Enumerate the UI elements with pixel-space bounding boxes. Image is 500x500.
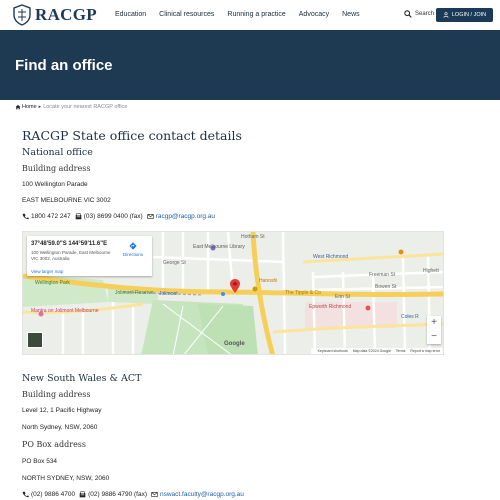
map-label-highett: Highett	[423, 268, 439, 274]
map-label-jolimont-reserve: Jolimont Reserve	[115, 290, 154, 296]
crest-icon	[13, 4, 31, 26]
login-join-button[interactable]: LOGIN / JOIN	[436, 8, 493, 22]
map-label-george: George St	[163, 260, 186, 266]
map-address: 100 Wellington Parade, East Melbourne VI…	[31, 250, 111, 261]
nsw-email-link[interactable]: nswact.faculty@racgp.org.au	[160, 491, 244, 498]
home-icon	[15, 104, 21, 110]
email-icon	[147, 214, 154, 219]
breadcrumb-home[interactable]: Home	[15, 104, 37, 110]
zoom-out-button[interactable]: −	[427, 330, 441, 344]
national-address-line1: 100 Wellington Parade	[22, 181, 88, 188]
login-label: LOGIN / JOIN	[451, 12, 487, 18]
national-building-heading: Building address	[22, 164, 91, 173]
map-label-epworth: Epworth Richmond	[309, 304, 352, 310]
map-label-bowen: Bowen St	[375, 284, 397, 290]
map-label-west-richmond: West Richmond	[313, 254, 349, 260]
search-icon	[404, 10, 412, 18]
nav-education[interactable]: Education	[115, 11, 146, 18]
map-label-tipple: The Tipple & Co	[285, 290, 321, 296]
nav-clinical-resources[interactable]: Clinical resources	[159, 11, 214, 18]
directions-button[interactable]: Directions	[119, 242, 147, 257]
nav-advocacy[interactable]: Advocacy	[299, 11, 329, 18]
main-nav: Education Clinical resources Running a p…	[115, 11, 373, 18]
keyboard-shortcuts-link[interactable]: Keyboard shortcuts	[318, 349, 348, 353]
satellite-toggle[interactable]	[27, 332, 43, 348]
terms-link[interactable]: Terms	[396, 349, 406, 353]
top-bar: RACGP Education Clinical resources Runni…	[0, 0, 500, 30]
embedded-map[interactable]: East Melbourne Library West Richmond Wel…	[22, 231, 444, 355]
national-office-heading: National office	[22, 147, 93, 158]
map-footer: Keyboard shortcuts Map data ©2024 Google…	[310, 348, 443, 354]
fax-icon	[75, 213, 82, 220]
report-map-error-link[interactable]: Report a map error	[410, 349, 440, 353]
user-icon	[443, 12, 449, 18]
nsw-office-heading: New South Wales & ACT	[22, 373, 142, 384]
chevron-right-icon: ▸	[38, 104, 42, 110]
directions-label: Directions	[122, 252, 143, 257]
phone-icon	[22, 491, 29, 498]
map-label-erin: Erin St	[335, 294, 351, 300]
map-label-wellington-park: Wellington Park	[35, 280, 70, 286]
nsw-po-line1: PO Box 534	[22, 458, 58, 465]
nsw-contact-row: (02) 9886 4700 (02) 9886 4790 (fax) nswa…	[22, 491, 244, 498]
map-label-coles: Coles R	[401, 314, 419, 320]
national-fax: (03) 8699 0400 (fax)	[83, 213, 143, 220]
map-label-freeman: Freeman St	[369, 272, 396, 278]
view-larger-map-link[interactable]: View larger map	[31, 269, 63, 274]
search-button[interactable]: Search	[404, 10, 434, 18]
map-label-hotham: Hotham St	[241, 234, 265, 240]
nsw-fax: (02) 9886 4790 (fax)	[88, 491, 147, 498]
map-coordinates: 37°48'59.0"S 144°59'11.6"E	[31, 241, 108, 247]
map-label-library: East Melbourne Library	[193, 244, 245, 250]
zoom-in-button[interactable]: +	[427, 316, 441, 330]
racgp-logo[interactable]: RACGP	[12, 4, 97, 26]
section-title: RACGP State office contact details	[22, 128, 242, 143]
nsw-phone[interactable]: (02) 9886 4700	[31, 491, 75, 498]
breadcrumb-current: Locate your nearest RACGP office	[43, 104, 128, 110]
national-phone[interactable]: 1800 472 247	[31, 213, 71, 220]
email-icon	[151, 492, 158, 497]
page-title: Find an office	[15, 57, 113, 74]
national-email-link[interactable]: racgp@racgp.org.au	[156, 213, 215, 220]
location-pin-icon[interactable]	[230, 279, 240, 293]
nav-running-a-practice[interactable]: Running a practice	[227, 11, 285, 18]
map-label-mantra: Mantra on Jolimont Melbourne	[31, 308, 99, 314]
google-logo: Google	[224, 341, 245, 347]
phone-icon	[22, 213, 29, 220]
map-label-hanoshi: Hanoshi	[259, 278, 278, 284]
national-address-line2: EAST MELBOURNE VIC 3002	[22, 197, 111, 204]
national-contact-row: 1800 472 247 (03) 8699 0400 (fax) racgp@…	[22, 213, 215, 220]
logo-text: RACGP	[35, 5, 97, 24]
search-label: Search	[415, 11, 435, 17]
breadcrumb: Home ▸ Locate your nearest RACGP office	[15, 104, 127, 110]
directions-icon	[129, 242, 137, 250]
hero-banner: Find an office	[0, 30, 500, 100]
map-data-text: Map data ©2024 Google	[352, 349, 391, 353]
nsw-po-heading: PO Box address	[22, 440, 87, 449]
map-info-card: 37°48'59.0"S 144°59'11.6"E 100 Wellingto…	[27, 236, 152, 276]
breadcrumb-home-label: Home	[22, 104, 37, 110]
nav-news[interactable]: News	[342, 11, 360, 18]
nsw-address-line1: Level 12, 1 Pacific Highway	[22, 407, 102, 414]
nsw-address-line2: North Sydney, NSW, 2060	[22, 424, 98, 431]
map-zoom-controls: + −	[427, 316, 441, 344]
nsw-po-line2: NORTH SYDNEY, NSW, 2060	[22, 475, 110, 482]
fax-icon	[79, 491, 86, 498]
map-label-jolimont: Jolimont	[159, 291, 178, 297]
nsw-building-heading: Building address	[22, 390, 91, 399]
